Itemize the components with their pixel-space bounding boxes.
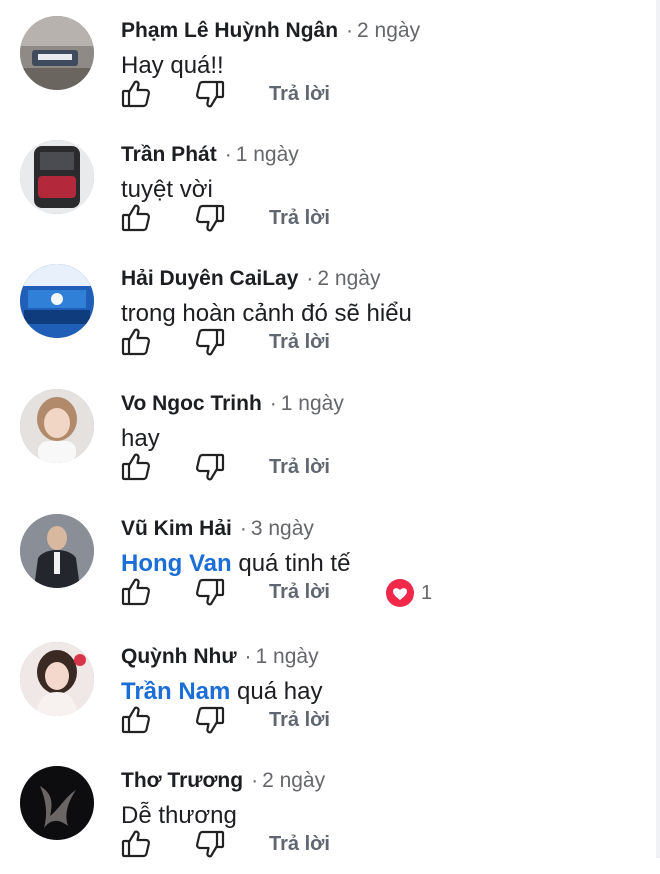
- comment-item: Vũ Kim Hải · 3 ngày Hong Van quá tinh tế T…: [0, 498, 660, 622]
- comment-actions: Trả lời: [120, 704, 540, 738]
- comment-actions: Trả lời: [120, 326, 540, 360]
- thumbs-up-icon: [121, 453, 151, 481]
- dislike-button[interactable]: [194, 202, 226, 234]
- avatar[interactable]: [20, 264, 94, 338]
- comment-actions: Trả lời: [120, 78, 540, 112]
- thumbs-down-icon: [195, 453, 225, 481]
- author-name[interactable]: Vo Ngoc Trinh: [121, 392, 262, 415]
- comment-actions: Trả lời: [120, 828, 540, 862]
- meta-separator: ·: [346, 19, 354, 42]
- dislike-button[interactable]: [194, 326, 226, 358]
- reply-button[interactable]: Trả lời: [269, 83, 330, 106]
- like-button[interactable]: [120, 576, 152, 608]
- reply-button[interactable]: Trả lời: [269, 709, 330, 732]
- comment-item: Quỳnh Như · 1 ngày Trần Nam quá hay Trả lờ…: [0, 626, 660, 750]
- thumbs-down-icon: [195, 80, 225, 108]
- comment-text: hay: [121, 425, 160, 452]
- reply-button[interactable]: Trả lời: [269, 207, 330, 230]
- comment-meta: Trần Phát · 1 ngày: [121, 141, 299, 169]
- thumbs-up-icon: [121, 578, 151, 606]
- comment-text: quá hay: [237, 678, 323, 705]
- avatar[interactable]: [20, 514, 94, 588]
- author-name[interactable]: Trần Phát: [121, 143, 217, 166]
- avatar[interactable]: [20, 642, 94, 716]
- comment-item: Phạm Lê Huỳnh Ngân · 2 ngày Hay quá!! Trả …: [0, 0, 660, 124]
- comment-text: quá tinh tế: [238, 550, 351, 577]
- thumbs-down-icon: [195, 578, 225, 606]
- thumbs-down-icon: [195, 830, 225, 858]
- meta-separator: ·: [269, 392, 277, 415]
- author-name[interactable]: Quỳnh Như: [121, 645, 237, 668]
- reply-button[interactable]: Trả lời: [269, 833, 330, 856]
- like-button[interactable]: [120, 202, 152, 234]
- comment-time[interactable]: 3 ngày: [251, 517, 314, 540]
- meta-separator: ·: [244, 645, 252, 668]
- comment-meta: Phạm Lê Huỳnh Ngân · 2 ngày: [121, 17, 420, 45]
- scrollbar-track[interactable]: [656, 0, 660, 858]
- like-button[interactable]: [120, 78, 152, 110]
- thumbs-up-icon: [121, 204, 151, 232]
- dislike-button[interactable]: [194, 451, 226, 483]
- mention-link[interactable]: Hong Van: [121, 550, 232, 577]
- comment-item: Trần Phát · 1 ngày tuyệt vời Trả lời: [0, 124, 660, 248]
- author-name[interactable]: Phạm Lê Huỳnh Ngân: [121, 19, 338, 42]
- mention-link[interactable]: Trần Nam: [121, 678, 230, 705]
- thumbs-up-icon: [121, 80, 151, 108]
- reaction-summary[interactable]: 1: [385, 578, 432, 608]
- heart-icon: [385, 578, 415, 608]
- comment-text: Hay quá!!: [121, 52, 224, 79]
- like-button[interactable]: [120, 326, 152, 358]
- comment-time[interactable]: 1 ngày: [281, 392, 344, 415]
- author-name[interactable]: Hải Duyên CaiLay: [121, 267, 298, 290]
- reaction-count: 1: [421, 581, 433, 604]
- author-name[interactable]: Thơ Trương: [121, 769, 243, 792]
- comment-meta: Quỳnh Như · 1 ngày: [121, 643, 319, 671]
- thumbs-down-icon: [195, 328, 225, 356]
- comment-time[interactable]: 2 ngày: [357, 19, 420, 42]
- comment-meta: Thơ Trương · 2 ngày: [121, 767, 325, 795]
- comment-meta: Hải Duyên CaiLay · 2 ngày: [121, 265, 380, 293]
- dislike-button[interactable]: [194, 704, 226, 736]
- reply-button[interactable]: Trả lời: [269, 456, 330, 479]
- comment-actions: Trả lời 1: [120, 576, 540, 610]
- comment-actions: Trả lời: [120, 451, 540, 485]
- comment-item: Hải Duyên CaiLay · 2 ngày trong hoàn cảnh …: [0, 248, 660, 372]
- comment-text: trong hoàn cảnh đó sẽ hiểu: [121, 300, 412, 327]
- thumbs-up-icon: [121, 830, 151, 858]
- meta-separator: ·: [239, 517, 247, 540]
- comment-text: Dễ thương: [121, 802, 237, 829]
- avatar[interactable]: [20, 16, 94, 90]
- comment-actions: Trả lời: [120, 202, 540, 236]
- comment-time[interactable]: 1 ngày: [236, 143, 299, 166]
- like-button[interactable]: [120, 704, 152, 736]
- avatar[interactable]: [20, 140, 94, 214]
- comment-meta: Vũ Kim Hải · 3 ngày: [121, 515, 314, 543]
- comment-text: tuyệt vời: [121, 176, 213, 203]
- comment-time[interactable]: 2 ngày: [262, 769, 325, 792]
- thumbs-up-icon: [121, 706, 151, 734]
- thumbs-down-icon: [195, 204, 225, 232]
- reply-button[interactable]: Trả lời: [269, 331, 330, 354]
- avatar[interactable]: [20, 389, 94, 463]
- reply-button[interactable]: Trả lời: [269, 581, 330, 604]
- author-name[interactable]: Vũ Kim Hải: [121, 517, 232, 540]
- comment-item: Vo Ngoc Trinh · 1 ngày hay Trả lời: [0, 373, 660, 497]
- dislike-button[interactable]: [194, 576, 226, 608]
- like-button[interactable]: [120, 451, 152, 483]
- thumbs-up-icon: [121, 328, 151, 356]
- thumbs-down-icon: [195, 706, 225, 734]
- comment-time[interactable]: 2 ngày: [317, 267, 380, 290]
- comment-time[interactable]: 1 ngày: [256, 645, 319, 668]
- dislike-button[interactable]: [194, 828, 226, 860]
- comment-item: Thơ Trương · 2 ngày Dễ thương Trả lời: [0, 750, 660, 874]
- meta-separator: ·: [224, 143, 232, 166]
- comment-meta: Vo Ngoc Trinh · 1 ngày: [121, 390, 344, 418]
- dislike-button[interactable]: [194, 78, 226, 110]
- meta-separator: ·: [306, 267, 314, 290]
- meta-separator: ·: [251, 769, 259, 792]
- avatar[interactable]: [20, 766, 94, 840]
- like-button[interactable]: [120, 828, 152, 860]
